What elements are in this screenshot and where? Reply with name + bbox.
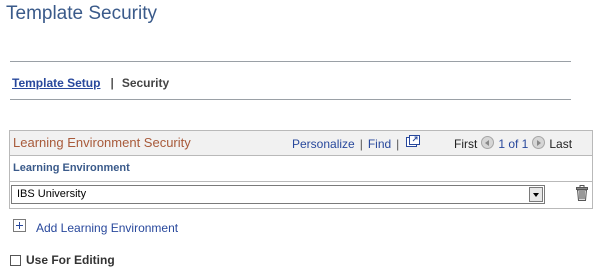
tools-separator: | (359, 137, 363, 151)
column-header-learning-environment: Learning Environment (13, 162, 130, 174)
prev-icon[interactable] (481, 135, 495, 149)
next-icon[interactable] (532, 135, 546, 149)
find-link[interactable]: Find (368, 137, 391, 151)
bottom-divider (10, 99, 571, 100)
row-count: 1 of 1 (498, 137, 529, 151)
personalize-link[interactable]: Personalize (292, 137, 355, 151)
learning-environment-value: IBS University (17, 188, 87, 200)
view-all-icon[interactable] (406, 135, 421, 147)
grid-title: Learning Environment Security (13, 135, 191, 150)
subnav-separator: | (110, 76, 114, 90)
grid-tools: Personalize | Find | (292, 135, 421, 151)
last-label: Last (549, 137, 573, 151)
plus-icon[interactable] (13, 218, 26, 232)
chevron-down-icon[interactable] (529, 187, 543, 202)
use-for-editing-label: Use For Editing (26, 253, 115, 267)
add-learning-environment: Add Learning Environment (13, 218, 178, 235)
grid-header: Learning Environment Security Personaliz… (10, 131, 592, 155)
use-for-editing-option: Use For Editing (10, 253, 115, 267)
page-title: Template Security (6, 3, 158, 24)
column-header-row: Learning Environment (10, 155, 592, 182)
add-learning-environment-link[interactable]: Add Learning Environment (36, 221, 178, 235)
learning-environment-select[interactable]: IBS University (11, 185, 545, 204)
top-divider (10, 61, 571, 62)
subnav-security-current: Security (121, 76, 170, 90)
subnav: Template Setup | Security (12, 76, 169, 90)
table-row: IBS University (10, 182, 592, 208)
tools-separator: | (396, 137, 400, 151)
trash-icon[interactable] (576, 185, 588, 201)
subnav-template-setup-link[interactable]: Template Setup (12, 76, 100, 90)
grid-pagination: First 1 of 1 Last (454, 135, 573, 151)
use-for-editing-checkbox[interactable] (10, 254, 21, 266)
first-label: First (454, 137, 478, 151)
learning-environment-grid: Learning Environment Security Personaliz… (9, 130, 593, 209)
